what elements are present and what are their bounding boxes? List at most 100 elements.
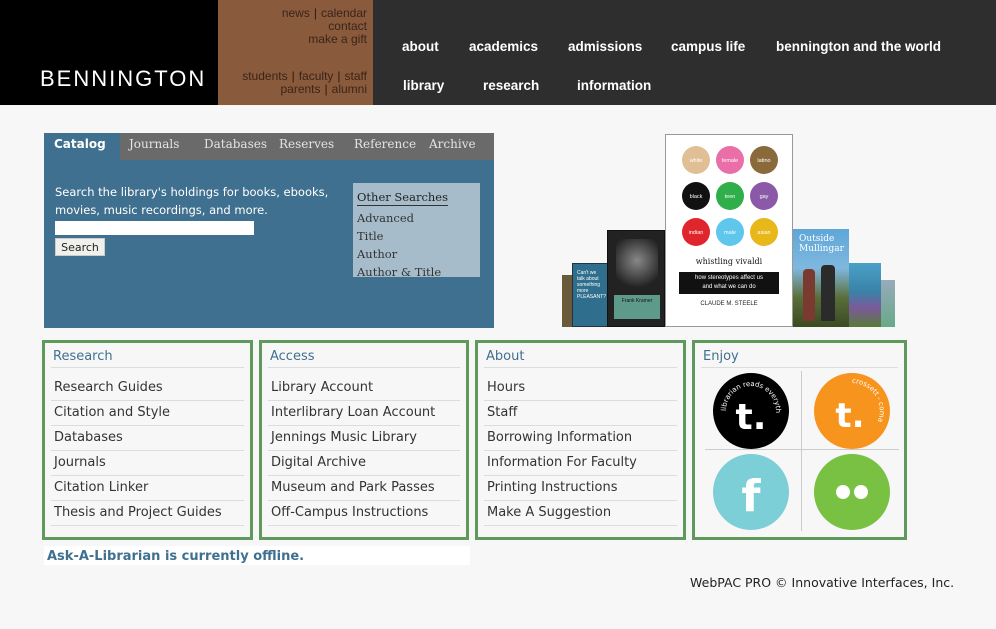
list-item: Citation and Style <box>51 401 244 426</box>
nav-academics[interactable]: academics <box>469 39 538 54</box>
research-box: Research Research Guides Citation and St… <box>42 340 253 540</box>
staff-link[interactable]: staff <box>345 69 367 83</box>
tab-databases[interactable]: Databases <box>204 133 267 160</box>
svg-text:f: f <box>741 471 761 522</box>
advanced-search-link[interactable]: Advanced <box>357 209 476 227</box>
list-item: Museum and Park Passes <box>268 476 460 501</box>
catalog-search-panel: Catalog Journals Databases Reserves Refe… <box>44 133 494 328</box>
facebook-link[interactable]: f <box>701 451 801 534</box>
facebook-icon: f <box>713 454 789 530</box>
digital-archive-link[interactable]: Digital Archive <box>268 451 460 475</box>
citation-linker-link[interactable]: Citation Linker <box>51 476 244 500</box>
nav-admissions[interactable]: admissions <box>568 39 642 54</box>
list-item: Citation Linker <box>51 476 244 501</box>
staff-link[interactable]: Staff <box>484 401 677 425</box>
list-item: Databases <box>51 426 244 451</box>
logo-block[interactable]: BENNINGTON <box>0 0 218 105</box>
portrait-caption: Frank Kramer <box>614 295 660 319</box>
tab-catalog[interactable]: Catalog <box>44 133 120 160</box>
students-link[interactable]: students <box>242 69 287 83</box>
journals-link[interactable]: Journals <box>51 451 244 475</box>
svg-text:t.: t. <box>835 396 864 436</box>
make-a-suggestion-link[interactable]: Make A Suggestion <box>484 501 677 525</box>
author-search-link[interactable]: Author <box>357 245 476 263</box>
nav-library[interactable]: library <box>403 78 444 93</box>
circle-label: black <box>690 194 703 200</box>
circle-label: asian <box>757 230 770 236</box>
databases-link[interactable]: Databases <box>51 426 244 450</box>
list-item: Staff <box>484 401 677 426</box>
access-box: Access Library Account Interlibrary Loan… <box>259 340 469 540</box>
tab-reserves[interactable]: Reserves <box>279 133 334 160</box>
circle-label: gay <box>760 194 769 200</box>
library-account-link[interactable]: Library Account <box>268 376 460 400</box>
tumblr-crossett-link[interactable]: crossett - coma t. <box>802 367 902 450</box>
search-button[interactable]: Search <box>55 238 105 256</box>
contact-link[interactable]: contact <box>328 19 367 33</box>
borrowing-information-link[interactable]: Borrowing Information <box>484 426 677 450</box>
book-title: whistling vivaldi <box>695 257 763 266</box>
list-item: Jennings Music Library <box>268 426 460 451</box>
utility-links-bottom: students | faculty | staff parents | alumni <box>242 69 367 96</box>
museum-park-passes-link[interactable]: Museum and Park Passes <box>268 476 460 500</box>
make-a-gift-link[interactable]: make a gift <box>308 32 367 46</box>
thesis-project-guides-link[interactable]: Thesis and Project Guides <box>51 501 244 525</box>
news-link[interactable]: news <box>282 6 310 20</box>
book-cover[interactable] <box>562 275 572 327</box>
printing-instructions-link[interactable]: Printing Instructions <box>484 476 677 500</box>
book-subtitle-line2: and what we can do <box>702 284 756 290</box>
list-item: Library Account <box>268 376 460 401</box>
book-subtitle: how stereotypes affect us and what we ca… <box>679 272 779 294</box>
nav-campus-life[interactable]: campus life <box>671 39 745 54</box>
tumblr-icon: librarian reads everything t. <box>699 361 789 449</box>
nav-bennington-and-the-world[interactable]: bennington and the world <box>776 39 941 54</box>
catalog-description: Search the library's holdings for books,… <box>55 185 329 217</box>
flickr-link[interactable] <box>802 451 902 534</box>
research-guides-link[interactable]: Research Guides <box>51 376 244 400</box>
other-searches-box: Other Searches Advanced Title Author Aut… <box>353 183 480 279</box>
ask-a-librarian-status[interactable]: Ask-A-Librarian is currently offline. <box>44 546 470 565</box>
book-cover[interactable]: Can't we talk about something more PLEAS… <box>572 263 610 327</box>
jennings-music-library-link[interactable]: Jennings Music Library <box>268 426 460 450</box>
tab-journals[interactable]: Journals <box>129 133 179 160</box>
ill-account-link[interactable]: Interlibrary Loan Account <box>268 401 460 425</box>
other-searches-title: Other Searches <box>357 190 449 206</box>
tab-archive[interactable]: Archive <box>429 133 476 160</box>
bennington-logo[interactable]: BENNINGTON <box>40 66 206 92</box>
tumblr-librarian-reads-link[interactable]: librarian reads everything t. <box>699 361 801 450</box>
nav-information[interactable]: information <box>577 78 651 93</box>
search-tabs: Catalog Journals Databases Reserves Refe… <box>44 133 494 160</box>
book-cover-text: Can't we talk about something more PLEAS… <box>577 270 606 300</box>
nav-about[interactable]: about <box>402 39 439 54</box>
calendar-link[interactable]: calendar <box>321 6 367 20</box>
list-item: Interlibrary Loan Account <box>268 401 460 426</box>
list-item: Thesis and Project Guides <box>51 501 244 526</box>
access-links: Library Account Interlibrary Loan Accoun… <box>268 376 460 526</box>
book-cover-featured[interactable]: white female latino black teen gay indian male a… <box>665 134 793 327</box>
enjoy-box: Enjoy librarian reads everything t. cros… <box>692 340 907 540</box>
utility-links-top: news | calendar contact make a gift <box>281 6 367 46</box>
tumblr-icon: crossett - coma t. <box>814 373 890 449</box>
utility-links: news | calendar contact make a gift studen… <box>218 0 373 105</box>
hours-link[interactable]: Hours <box>484 376 677 400</box>
author-title-search-link[interactable]: Author & Title <box>357 263 476 281</box>
book-cover-outside-mullingar[interactable]: Outside Mullingar <box>793 229 849 327</box>
about-links: Hours Staff Borrowing Information Inform… <box>484 376 677 526</box>
book-cover-portrait[interactable]: Frank Kramer <box>607 230 665 327</box>
alumni-link[interactable]: alumni <box>332 82 367 96</box>
circle-label: white <box>689 158 703 164</box>
parents-link[interactable]: parents <box>280 82 320 96</box>
tab-reference[interactable]: Reference <box>354 133 416 160</box>
circle-label: indian <box>689 230 704 236</box>
citation-and-style-link[interactable]: Citation and Style <box>51 401 244 425</box>
list-item: Make A Suggestion <box>484 501 677 526</box>
nav-research[interactable]: research <box>483 78 539 93</box>
information-for-faculty-link[interactable]: Information For Faculty <box>484 451 677 475</box>
off-campus-instructions-link[interactable]: Off-Campus Instructions <box>268 501 460 525</box>
book-cover[interactable] <box>849 263 881 327</box>
book-cover[interactable] <box>881 280 895 327</box>
title-search-link[interactable]: Title <box>357 227 476 245</box>
catalog-search-input[interactable] <box>55 221 254 235</box>
list-item: Borrowing Information <box>484 426 677 451</box>
faculty-link[interactable]: faculty <box>299 69 334 83</box>
